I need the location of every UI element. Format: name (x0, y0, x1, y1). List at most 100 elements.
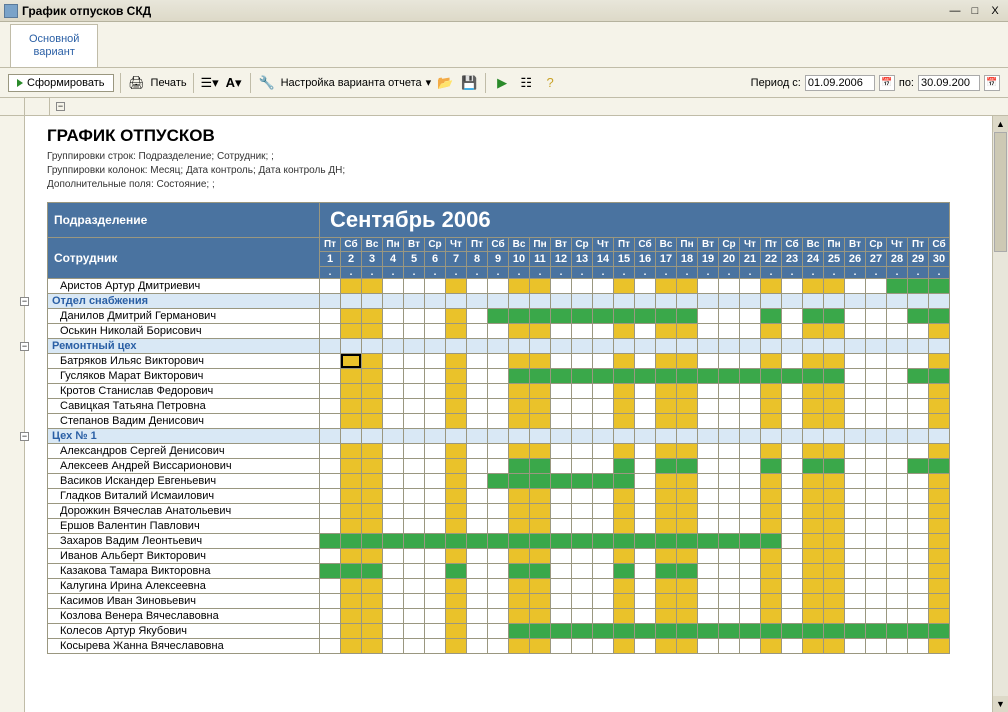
day-cell[interactable] (425, 369, 446, 384)
day-cell[interactable] (551, 594, 572, 609)
day-cell[interactable] (635, 384, 656, 399)
day-cell[interactable] (572, 549, 593, 564)
day-cell[interactable] (635, 624, 656, 639)
day-cell[interactable] (929, 474, 950, 489)
day-cell[interactable] (824, 564, 845, 579)
day-cell[interactable] (908, 414, 929, 429)
day-cell[interactable] (593, 624, 614, 639)
day-cell[interactable] (656, 549, 677, 564)
day-cell[interactable] (887, 609, 908, 624)
day-cell[interactable] (803, 564, 824, 579)
day-cell[interactable] (698, 444, 719, 459)
day-cell[interactable] (362, 609, 383, 624)
day-cell[interactable] (320, 399, 341, 414)
help-icon[interactable]: ? (540, 73, 560, 93)
day-cell[interactable] (614, 399, 635, 414)
day-cell[interactable] (446, 444, 467, 459)
day-cell[interactable] (572, 474, 593, 489)
day-cell[interactable] (362, 504, 383, 519)
day-cell[interactable] (740, 399, 761, 414)
day-cell[interactable] (404, 624, 425, 639)
day-cell[interactable] (509, 594, 530, 609)
day-cell[interactable] (635, 444, 656, 459)
day-cell[interactable] (635, 459, 656, 474)
day-cell[interactable] (530, 414, 551, 429)
day-cell[interactable] (530, 399, 551, 414)
maximize-button[interactable]: □ (966, 3, 984, 19)
day-cell[interactable] (467, 354, 488, 369)
day-cell[interactable] (614, 519, 635, 534)
day-cell[interactable] (551, 384, 572, 399)
day-cell[interactable] (551, 564, 572, 579)
day-cell[interactable] (404, 519, 425, 534)
day-cell[interactable] (467, 474, 488, 489)
day-cell[interactable] (530, 549, 551, 564)
day-cell[interactable] (782, 414, 803, 429)
day-cell[interactable] (551, 609, 572, 624)
day-cell[interactable] (656, 459, 677, 474)
day-cell[interactable] (845, 579, 866, 594)
day-cell[interactable] (509, 414, 530, 429)
day-cell[interactable] (824, 279, 845, 294)
day-cell[interactable] (383, 579, 404, 594)
day-cell[interactable] (320, 624, 341, 639)
day-cell[interactable] (782, 489, 803, 504)
day-cell[interactable] (341, 279, 362, 294)
day-cell[interactable] (362, 384, 383, 399)
day-cell[interactable] (740, 474, 761, 489)
day-cell[interactable] (866, 609, 887, 624)
day-cell[interactable] (404, 309, 425, 324)
day-cell[interactable] (551, 309, 572, 324)
day-cell[interactable] (341, 609, 362, 624)
day-cell[interactable] (908, 504, 929, 519)
day-cell[interactable] (320, 489, 341, 504)
day-cell[interactable] (929, 549, 950, 564)
day-cell[interactable] (698, 399, 719, 414)
day-cell[interactable] (404, 609, 425, 624)
day-cell[interactable] (656, 354, 677, 369)
day-cell[interactable] (782, 549, 803, 564)
day-cell[interactable] (845, 609, 866, 624)
day-cell[interactable] (740, 324, 761, 339)
day-cell[interactable] (614, 459, 635, 474)
day-cell[interactable] (635, 399, 656, 414)
day-cell[interactable] (467, 549, 488, 564)
day-cell[interactable] (866, 639, 887, 654)
day-cell[interactable] (866, 444, 887, 459)
day-cell[interactable] (908, 369, 929, 384)
day-cell[interactable] (677, 489, 698, 504)
day-cell[interactable] (740, 624, 761, 639)
day-cell[interactable] (383, 279, 404, 294)
day-cell[interactable] (929, 489, 950, 504)
day-cell[interactable] (719, 384, 740, 399)
day-cell[interactable] (425, 624, 446, 639)
day-cell[interactable] (341, 489, 362, 504)
day-cell[interactable] (425, 609, 446, 624)
day-cell[interactable] (383, 444, 404, 459)
day-cell[interactable] (551, 324, 572, 339)
day-cell[interactable] (719, 354, 740, 369)
day-cell[interactable] (446, 414, 467, 429)
day-cell[interactable] (719, 309, 740, 324)
day-cell[interactable] (677, 384, 698, 399)
day-cell[interactable] (530, 579, 551, 594)
day-cell[interactable] (614, 414, 635, 429)
day-cell[interactable] (656, 534, 677, 549)
day-cell[interactable] (866, 534, 887, 549)
day-cell[interactable] (509, 354, 530, 369)
day-cell[interactable] (719, 639, 740, 654)
font-icon[interactable]: A▾ (224, 73, 244, 93)
day-cell[interactable] (740, 534, 761, 549)
day-cell[interactable] (845, 504, 866, 519)
day-cell[interactable] (698, 324, 719, 339)
day-cell[interactable] (677, 324, 698, 339)
day-cell[interactable] (845, 624, 866, 639)
run-icon[interactable]: ▶ (492, 73, 512, 93)
day-cell[interactable] (740, 609, 761, 624)
day-cell[interactable] (341, 549, 362, 564)
day-cell[interactable] (929, 534, 950, 549)
day-cell[interactable] (929, 609, 950, 624)
day-cell[interactable] (761, 279, 782, 294)
day-cell[interactable] (467, 489, 488, 504)
day-cell[interactable] (467, 309, 488, 324)
